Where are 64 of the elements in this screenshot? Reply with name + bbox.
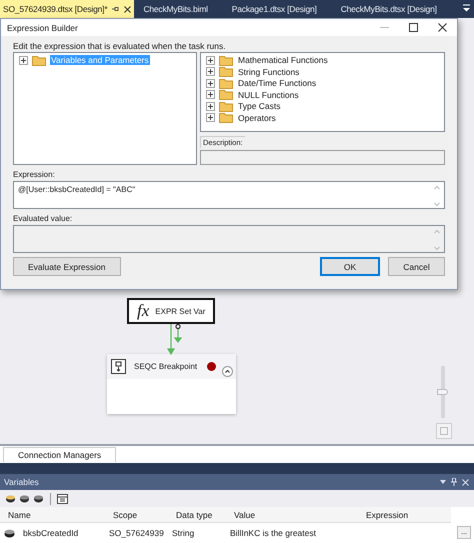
tree-item[interactable]: Operators — [237, 112, 277, 123]
document-tab[interactable]: CheckMyBits.dtsx [Design] — [338, 0, 440, 18]
node-label: SEQC Breakpoint — [134, 362, 198, 371]
document-tab[interactable]: Package1.dtsx [Design] — [228, 0, 320, 18]
folder-icon — [32, 54, 46, 66]
folder-icon — [219, 100, 233, 112]
grid-options-icon[interactable] — [57, 494, 68, 504]
table-cell-text: SO_57624939 — [108, 526, 165, 540]
expand-icon[interactable] — [206, 67, 215, 76]
instruction-text: Edit the expression that is evaluated when the task runs. — [13, 41, 227, 51]
table-cell: bksbCreatedId — [23, 528, 78, 538]
expand-icon[interactable] — [206, 78, 215, 88]
expand-icon[interactable] — [19, 56, 28, 65]
tree-item[interactable]: Mathematical Functions — [237, 55, 329, 66]
document-tab[interactable]: SO_57624939.dtsx [Design]* — [0, 0, 134, 18]
folder-icon — [219, 89, 233, 100]
collapse-icon[interactable] — [222, 366, 233, 377]
scrollbar-arrows-icon[interactable] — [434, 185, 440, 207]
scrollbar-arrows-icon[interactable] — [434, 229, 440, 251]
function-icon: fx — [137, 301, 150, 321]
variable-icon — [4, 528, 15, 538]
column-header[interactable]: Scope — [105, 507, 168, 523]
pin-icon[interactable] — [112, 6, 120, 12]
folder-icon — [219, 54, 233, 66]
document-tab[interactable]: CheckMyBits.biml — [140, 0, 211, 18]
bottom-tab[interactable]: Connection Managers — [3, 447, 116, 462]
node-label: EXPR Set Var — [155, 306, 206, 316]
dialog-button[interactable]: Evaluate Expression — [13, 257, 120, 276]
folder-icon — [219, 78, 233, 89]
table-cell-text: String — [171, 526, 196, 540]
dialog-button[interactable]: Cancel — [388, 257, 445, 276]
dropdown-icon[interactable] — [463, 4, 470, 12]
tree-item[interactable]: Date/Time Functions — [237, 78, 318, 88]
slider-thumb[interactable] — [437, 389, 448, 395]
expression-field[interactable]: @[User::bksbCreatedId] = "ABC" — [13, 181, 445, 209]
panel-title: Variables — [4, 477, 40, 487]
tree-item[interactable]: Type Casts — [237, 101, 282, 112]
variable-tool-icon[interactable] — [33, 493, 44, 504]
column-header[interactable]: Data type — [168, 507, 226, 523]
variable-tool-icon[interactable] — [19, 493, 30, 504]
window-title: Expression Builder — [7, 22, 79, 32]
column-header[interactable]: Name — [0, 507, 105, 523]
folder-icon — [219, 112, 233, 124]
tree-item[interactable]: String Functions — [237, 66, 300, 77]
expand-icon[interactable] — [206, 56, 215, 65]
close-icon[interactable] — [438, 23, 447, 32]
container-icon — [111, 359, 126, 374]
expression-label: Expression: — [13, 170, 56, 179]
variable-tool-icon[interactable] — [5, 493, 16, 504]
evaluated-value-label: Evaluated value: — [13, 214, 74, 223]
expand-icon[interactable] — [206, 90, 215, 100]
tree-item[interactable]: NULL Functions — [237, 90, 300, 100]
close-icon[interactable] — [124, 6, 132, 12]
folder-icon — [219, 66, 233, 78]
connector-arrow[interactable] — [165, 324, 183, 355]
container-node[interactable]: SEQC Breakpoint — [107, 354, 236, 414]
expand-icon[interactable] — [206, 113, 215, 122]
column-header[interactable]: Expression — [358, 507, 451, 523]
table-cell-text: BillInKC is the greatest — [229, 526, 317, 540]
maximize-icon[interactable] — [409, 23, 418, 32]
task-node[interactable]: fx EXPR Set Var — [127, 298, 215, 324]
column-header[interactable]: Value — [226, 507, 358, 523]
expand-icon[interactable] — [206, 102, 215, 111]
dialog-button[interactable]: OK — [320, 257, 380, 276]
